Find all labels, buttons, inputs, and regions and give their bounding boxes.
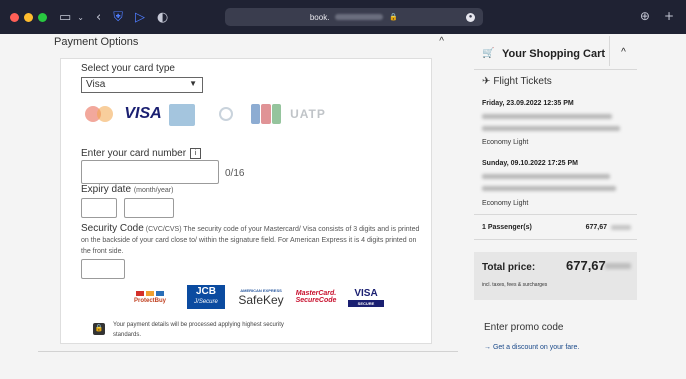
visa-secure-badge: VISA SECURE [347, 285, 385, 309]
collapse-cart-button[interactable]: ^ [609, 36, 637, 66]
extension-icon[interactable]: ▷ [135, 10, 145, 25]
safekey-main: SafeKey [238, 292, 284, 307]
total-price-label: Total price: [482, 262, 536, 273]
security-code-input[interactable] [81, 259, 125, 279]
expiry-hint: (month/year) [133, 187, 174, 194]
plane-icon: ✈ [482, 76, 491, 87]
info-icon[interactable]: i [190, 148, 202, 159]
card-number-input[interactable] [81, 160, 219, 184]
security-code-description: Security Code (CVC/CVS) The security cod… [81, 223, 425, 257]
cart-icon: 🛒 [482, 48, 495, 59]
security-code-label: Security Code [81, 223, 144, 234]
dropdown-arrow-icon: ▼ [189, 79, 197, 88]
lock-icon: 🔒 [93, 323, 105, 335]
jcb-logo [251, 104, 281, 124]
jcb-jsecure-badge: JCB J/Secure [187, 285, 225, 309]
minimize-window-button[interactable] [24, 12, 33, 22]
close-window-button[interactable] [10, 12, 19, 22]
passenger-count: 1 Passenger(s) [482, 224, 532, 231]
new-tab-icon[interactable]: + [664, 9, 674, 23]
back-icon[interactable]: ‹ [96, 10, 101, 25]
jcb-secure-sub: J/Secure [194, 299, 218, 305]
mc-secure-main: MasterCard. [295, 290, 337, 297]
card-type-value: Visa [86, 79, 106, 90]
page-content: Payment Options ^ Select your card type … [0, 34, 686, 379]
total-price-note: incl. taxes, fees & surcharges [482, 282, 548, 288]
promo-code-link[interactable]: → Get a discount on your fare. [484, 344, 579, 351]
browser-toolbar: ▭ ⌄ ‹ ⛨ ▷ ◐ book. 🔒 ● ⊕ + [0, 0, 686, 34]
url-text: book. [309, 12, 330, 22]
passenger-price: 677,67 [585, 224, 607, 231]
payment-options-title: Payment Options [54, 36, 139, 48]
diners-logo [209, 104, 243, 124]
shield-icon[interactable]: ⛨ [113, 10, 123, 25]
return-route-redacted-2 [482, 186, 616, 191]
promo-code-heading: Enter promo code [484, 322, 564, 333]
outbound-route-redacted [482, 114, 612, 119]
mastercard-securecode-badge: MasterCard. SecureCode [295, 285, 337, 309]
download-icon[interactable]: ⊕ [640, 9, 650, 23]
visa-logo: VISA [124, 105, 162, 122]
collapse-payment-icon[interactable]: ^ [439, 36, 444, 47]
zoom-window-button[interactable] [38, 12, 47, 22]
total-price-box: Total price: 677,67 incl. taxes, fees & … [474, 252, 637, 300]
outbound-class: Economy Light [482, 139, 529, 146]
security-notice: Your payment details will be processed a… [113, 322, 284, 338]
card-number-label: Enter your card number i [81, 148, 202, 160]
return-date: Sunday, 09.10.2022 17:25 PM [482, 160, 578, 167]
card-type-select[interactable]: Visa ▼ [81, 77, 203, 93]
expiry-label-text: Expiry date [81, 184, 132, 195]
total-currency-redacted [605, 263, 631, 269]
visa-secure-main: VISA [354, 287, 378, 299]
sidebar-icon[interactable]: ▭ [59, 10, 71, 25]
outbound-route-redacted-2 [482, 126, 620, 131]
card-number-label-text: Enter your card number [81, 148, 187, 160]
payment-section: Payment Options ^ Select your card type … [38, 34, 458, 352]
mc-secure-sub: SecureCode [295, 297, 337, 304]
total-price-value: 677,67 [566, 258, 606, 273]
window-controls [10, 12, 47, 22]
cart-header: 🛒 Your Shopping Cart ^ [474, 36, 637, 70]
flight-tickets-label: Flight Tickets [493, 76, 552, 87]
outbound-date: Friday, 23.09.2022 12:35 PM [482, 100, 574, 107]
payment-form: Select your card type Visa ▼ VISA UATP E… [60, 58, 432, 344]
amex-safekey-badge: AMERICAN EXPRESS SafeKey [238, 285, 284, 309]
chevron-down-icon[interactable]: ⌄ [77, 13, 84, 22]
flight-tickets-heading: ✈ Flight Tickets [482, 76, 552, 87]
card-number-counter: 0/16 [225, 168, 245, 179]
protectbuy-text: ProtectBuy [133, 297, 166, 304]
privacy-icon[interactable]: ◐ [157, 10, 168, 25]
return-route-redacted [482, 174, 610, 179]
visa-secure-sub: SECURE [348, 299, 384, 307]
protectbuy-badge: ProtectBuy [129, 285, 171, 309]
amex-logo [169, 104, 195, 126]
mastercard-logo [83, 104, 117, 124]
reader-icon[interactable]: ● [466, 12, 475, 22]
return-class: Economy Light [482, 200, 529, 207]
lock-icon: 🔒 [389, 14, 399, 21]
currency-redacted [611, 225, 631, 230]
url-redacted [335, 14, 384, 20]
shopping-cart-panel: 🛒 Your Shopping Cart ^ ✈ Flight Tickets F… [474, 36, 637, 351]
jcb-secure-main: JCB [195, 286, 216, 297]
expiry-month-input[interactable] [81, 198, 117, 218]
expiry-label: Expiry date (month/year) [81, 184, 174, 195]
address-bar[interactable]: book. 🔒 ● [225, 8, 483, 26]
expiry-year-input[interactable] [124, 198, 174, 218]
cart-title: Your Shopping Cart [502, 48, 606, 60]
uatp-logo: UATP [290, 107, 326, 121]
passenger-row: 1 Passenger(s) 677,67 [474, 214, 637, 240]
select-card-label: Select your card type [81, 63, 175, 74]
